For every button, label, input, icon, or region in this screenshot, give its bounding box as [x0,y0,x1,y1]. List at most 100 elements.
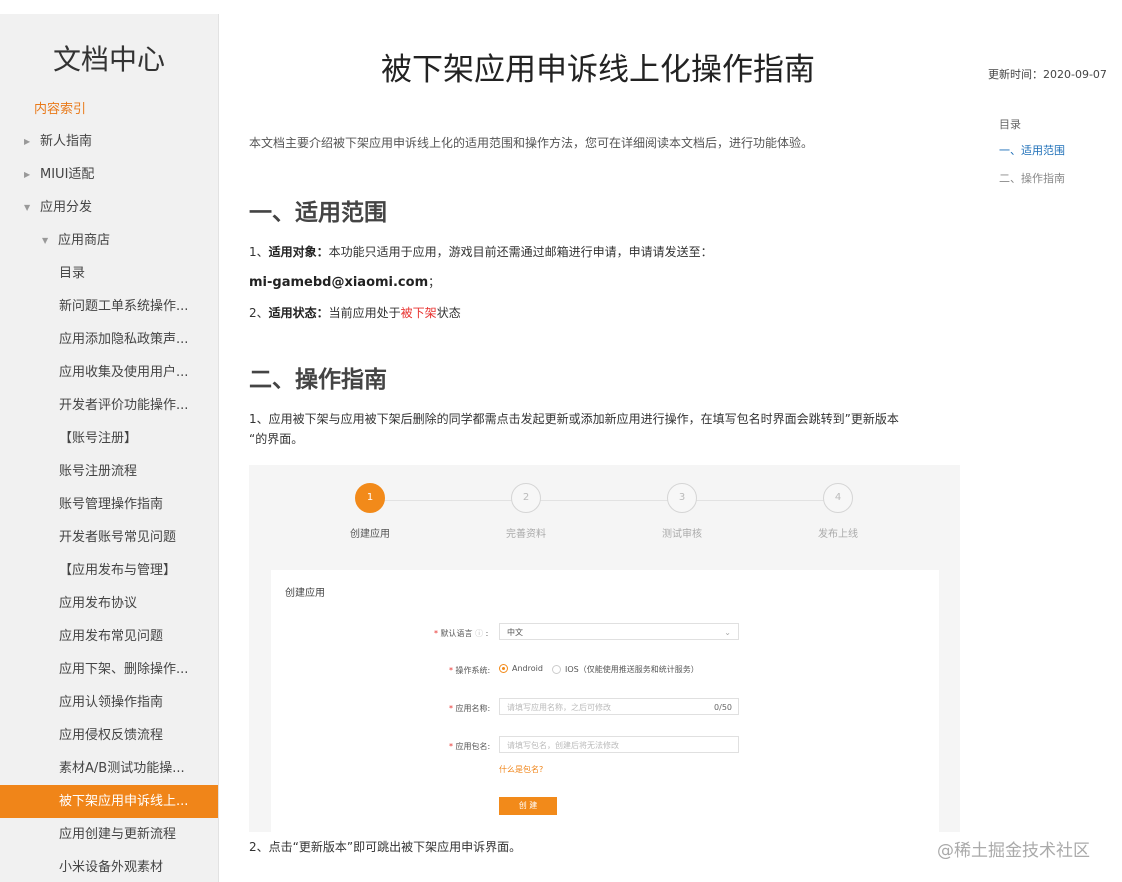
os-ios-option[interactable]: IOS（仅能使用推送服务和统计服务） [552,664,699,675]
lang-select[interactable]: 中文 ⌄ [499,623,739,640]
sidebar-item-label: 账号注册流程 [59,464,138,479]
expanded-caret-icon[interactable]: ▼ [24,191,30,224]
sidebar-item[interactable]: 【应用发布与管理】 [0,554,218,587]
step-4: 4 发布上线 [798,483,878,540]
what-is-package-link[interactable]: 什么是包名? [499,764,543,775]
p2-bold: 适用状态： [268,306,329,320]
app-name-input[interactable]: 请填写应用名称，之后可修改 0/50 [499,698,739,715]
step-4-label: 发布上线 [818,529,858,540]
section-heading-guide: 二、操作指南 [249,367,387,393]
sidebar-item[interactable]: 应用创建与更新流程 [0,818,218,851]
step-1-label: 创建应用 [350,529,390,540]
sidebar-item[interactable]: 应用下架、删除操作... [0,653,218,686]
sidebar-item[interactable]: 【账号注册】 [0,422,218,455]
step-3: 3 测试审核 [642,483,722,540]
sidebar-item-label: 目录 [59,266,86,281]
name-char-count: 0/50 [714,703,732,712]
sidebar-item-label: 新人指南 [40,134,93,149]
sidebar-item[interactable]: 开发者评价功能操作... [0,389,218,422]
package-name-input[interactable]: 请填写包名，创建后将无法修改 [499,736,739,753]
toc-item-guide[interactable]: 二、操作指南 [999,170,1065,198]
step-1-circle: 1 [355,483,385,513]
sidebar-item-label: 应用发布协议 [59,596,138,611]
step-2: 2 完善资料 [486,483,566,540]
collapsed-caret-icon[interactable]: ▶ [24,125,30,158]
sidebar-item[interactable]: 应用侵权反馈流程 [0,719,218,752]
create-button[interactable]: 创 建 [499,797,557,815]
sidebar-item-label: 应用创建与更新流程 [59,827,177,842]
collapsed-caret-icon[interactable]: ▶ [24,158,30,191]
sidebar-item-label: 应用侵权反馈流程 [59,728,164,743]
sidebar-item-label: 【账号注册】 [59,431,138,446]
step-3-label: 测试审核 [662,529,702,540]
sidebar-item[interactable]: 应用收集及使用用户... [0,356,218,389]
sidebar: 文档中心 内容索引 ▶ 新人指南 ▶ MIUI适配 ▼ 应用分发 ▼ 应用商店目录新问题工单系… [0,14,219,882]
page-title: 被下架应用申诉线上化操作指南 [381,52,815,88]
sidebar-item-label: 小米设备外观素材 [59,860,164,875]
sidebar-item-label: 应用添加隐私政策声... [59,332,189,347]
p1-text: 本功能只适用于应用，游戏目前还需通过邮箱进行申请，申请请发送至： [328,245,713,259]
sidebar-item-label: 开发者评价功能操作... [59,398,189,413]
name-label: * 应用名称: [449,704,491,713]
lang-select-value: 中文 [507,628,523,637]
sidebar-item[interactable]: 应用添加隐私政策声... [0,323,218,356]
paragraph-update-version: 2、点击“更新版本”即可跳出被下架应用申诉界面。 [249,838,522,855]
sidebar-item-label: MIUI适配 [40,167,95,182]
watermark: @稀土掘金技术社区 [937,841,1090,861]
p2-text: 当前应用处于 [328,306,401,320]
p2-prefix: 2、 [249,306,269,320]
sidebar-item[interactable]: 应用发布协议 [0,587,218,620]
create-app-card: 创建应用 * 默认语言 ⓘ : 中文 ⌄ * 操作系统: Android IOS（… [271,570,939,832]
content-index-label: 内容索引 [34,102,87,117]
sidebar-item[interactable]: 小米设备外观素材 [0,851,218,882]
table-of-contents: 目录 一、适用范围 二、操作指南 [999,116,1065,198]
sidebar-item[interactable]: 目录 [0,257,218,290]
sidebar-item[interactable]: 账号管理操作指南 [0,488,218,521]
sidebar-item-label: 应用发布常见问题 [59,629,164,644]
sidebar-item-label: 【应用发布与管理】 [59,563,177,578]
sidebar-item[interactable]: 应用认领操作指南 [0,686,218,719]
email-address[interactable]: mi-gamebd@xiaomi.com [249,275,428,290]
paragraph-status: 2、适用状态：当前应用处于被下架状态 [249,304,461,321]
sidebar-item[interactable]: 新问题工单系统操作... [0,290,218,323]
step-2-label: 完善资料 [506,529,546,540]
expanded-caret-icon[interactable]: ▼ [42,224,48,257]
sidebar-item-label: 被下架应用申诉线上... [59,794,189,809]
create-app-screenshot: 1 创建应用 2 完善资料 3 测试审核 4 发布上线 创建应用 * 默认语言 … [249,465,960,832]
sidebar-item-label: 账号管理操作指南 [59,497,164,512]
os-label: * 操作系统: [449,666,491,675]
sidebar-item-label: 应用商店 [58,233,111,248]
sidebar-item[interactable]: ▼ 应用商店 [0,224,218,257]
os-android-option[interactable]: Android [499,664,543,673]
sidebar-item[interactable]: ▼ 应用分发 [0,191,218,224]
sidebar-item[interactable]: 开发者账号常见问题 [0,521,218,554]
p3-line2: “的界面。 [249,432,304,446]
paragraph-guide: 1、应用被下架与应用被下架后删除的同学都需点击发起更新或添加新应用进行操作，在填… [249,409,969,449]
sidebar-item[interactable]: ▶ 新人指南 [0,125,218,158]
package-name-placeholder: 请填写包名，创建后将无法修改 [507,741,619,750]
sidebar-item[interactable]: 素材A/B测试功能操... [0,752,218,785]
sidebar-item-label: 应用认领操作指南 [59,695,164,710]
section-heading-scope: 一、适用范围 [249,200,387,226]
radio-icon [552,665,561,674]
sidebar-item[interactable]: 被下架应用申诉线上... [0,785,218,818]
step-4-circle: 4 [823,483,853,513]
sidebar-item-label: 应用分发 [40,200,93,215]
sidebar-item-label: 应用收集及使用用户... [59,365,189,380]
step-1: 1 创建应用 [330,483,410,540]
updated-time: 更新时间：2020-09-07 [988,68,1107,81]
sidebar-item-label: 应用下架、删除操作... [59,662,189,677]
toc-item-scope[interactable]: 一、适用范围 [999,142,1065,170]
p2-red-text: 被下架 [400,306,437,320]
chevron-down-icon: ⌄ [724,628,731,637]
intro-text: 本文档主要介绍被下架应用申诉线上化的适用范围和操作方法，您可在详细阅读本文档后，… [249,136,814,150]
sidebar-item[interactable]: ▶ MIUI适配 [0,158,218,191]
sidebar-item[interactable]: 账号注册流程 [0,455,218,488]
p3-line1: 1、应用被下架与应用被下架后删除的同学都需点击发起更新或添加新应用进行操作，在填… [249,412,899,426]
paragraph-target: 1、适用对象：本功能只适用于应用，游戏目前还需通过邮箱进行申请，申请请发送至： [249,243,713,260]
doc-center-logo[interactable]: 文档中心 [0,38,218,82]
card-title: 创建应用 [285,588,325,599]
sidebar-item[interactable]: 应用发布常见问题 [0,620,218,653]
email-suffix: ； [428,275,441,289]
sidebar-nav: ▶ 新人指南 ▶ MIUI适配 ▼ 应用分发 ▼ 应用商店目录新问题工单系统操作... 应用添加… [0,125,218,882]
